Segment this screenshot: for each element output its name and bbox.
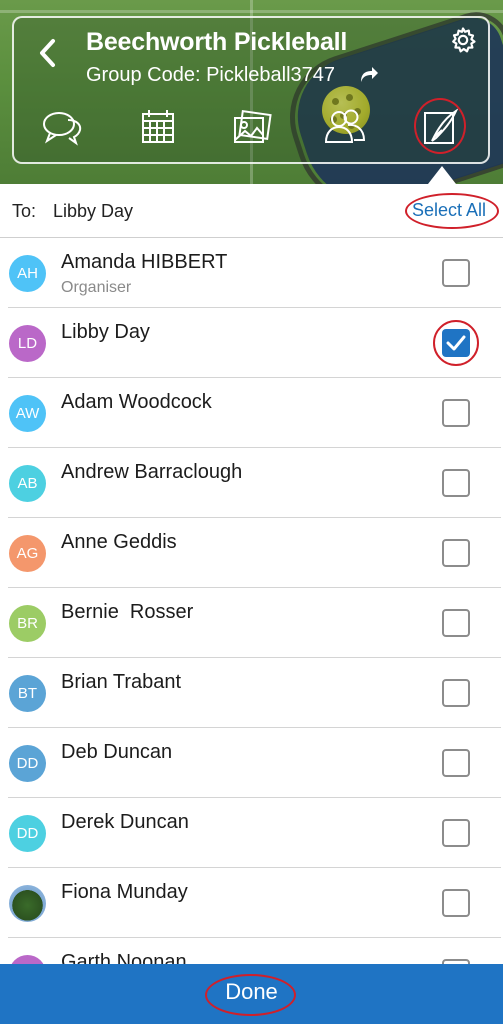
member-name: Adam Woodcock: [61, 391, 212, 413]
settings-button[interactable]: [449, 26, 477, 54]
tab-photos[interactable]: [231, 108, 273, 146]
member-row[interactable]: DD Derek Duncan: [0, 798, 503, 868]
member-row[interactable]: AG Anne Geddis: [0, 518, 503, 588]
member-row[interactable]: AH Amanda HIBBERT Organiser: [0, 238, 503, 308]
active-tab-pointer: [428, 166, 456, 184]
chevron-left-icon: [40, 39, 55, 67]
photos-icon: [234, 110, 272, 143]
member-name: Bernie Rosser: [61, 601, 194, 623]
tab-members[interactable]: [324, 108, 366, 146]
avatar: AB: [9, 465, 46, 502]
member-checkbox[interactable]: [442, 469, 470, 497]
member-checkbox[interactable]: [442, 819, 470, 847]
member-name: Libby Day: [61, 321, 150, 343]
app-screen: Beechworth Pickleball Group Code: Pickle…: [0, 0, 503, 1024]
share-arrow-icon: [361, 67, 378, 82]
select-all-link[interactable]: Select All: [412, 200, 486, 221]
member-row[interactable]: BT Brian Trabant: [0, 658, 503, 728]
checkmark-icon: [446, 335, 466, 351]
member-checkbox[interactable]: [442, 609, 470, 637]
member-role: Organiser: [61, 279, 132, 296]
group-header: Beechworth Pickleball Group Code: Pickle…: [0, 0, 503, 184]
avatar: [9, 885, 46, 922]
gear-icon: [452, 27, 476, 53]
group-title: Beechworth Pickleball: [86, 28, 348, 56]
tab-chat[interactable]: [41, 108, 83, 146]
avatar: BT: [9, 675, 46, 712]
member-checkbox[interactable]: [442, 679, 470, 707]
member-row[interactable]: LD Libby Day: [0, 308, 503, 378]
to-recipients: Libby Day: [53, 201, 134, 221]
tab-calendar[interactable]: [137, 108, 179, 146]
chat-icon: [43, 112, 82, 146]
member-row[interactable]: AB Andrew Barraclough: [0, 448, 503, 518]
to-label: To:: [12, 201, 37, 221]
avatar: BR: [9, 605, 46, 642]
member-name: Amanda HIBBERT: [61, 251, 228, 273]
group-code: Group Code: Pickleball3747: [86, 64, 336, 86]
avatar: DD: [9, 745, 46, 782]
avatar: DD: [9, 815, 46, 852]
member-row[interactable]: DD Deb Duncan: [0, 728, 503, 798]
member-name: Deb Duncan: [61, 741, 173, 763]
done-button[interactable]: Done: [0, 979, 503, 1005]
tab-compose[interactable]: [420, 108, 462, 146]
avatar: AG: [9, 535, 46, 572]
recipients-bar: To: Libby Day Select All: [0, 184, 503, 238]
compose-icon: [424, 108, 459, 144]
calendar-icon: [142, 110, 174, 143]
member-name: Anne Geddis: [61, 531, 177, 553]
avatar: LD: [9, 325, 46, 362]
member-checkbox[interactable]: [442, 259, 470, 287]
share-button[interactable]: [358, 64, 380, 84]
member-name: Brian Trabant: [61, 671, 182, 693]
member-name: Fiona Munday: [61, 881, 188, 903]
member-checkbox[interactable]: [442, 399, 470, 427]
member-checkbox[interactable]: [442, 889, 470, 917]
footer-bar: Done: [0, 964, 503, 1024]
avatar: AH: [9, 255, 46, 292]
member-checkbox[interactable]: [442, 539, 470, 567]
member-row[interactable]: AW Adam Woodcock: [0, 378, 503, 448]
member-name: Derek Duncan: [61, 811, 189, 833]
member-row[interactable]: Fiona Munday: [0, 868, 503, 938]
avatar: AW: [9, 395, 46, 432]
member-checkbox[interactable]: [442, 749, 470, 777]
member-name: Andrew Barraclough: [61, 461, 243, 483]
back-button[interactable]: [37, 38, 59, 68]
member-row[interactable]: BR Bernie Rosser: [0, 588, 503, 658]
member-checkbox[interactable]: [442, 329, 470, 357]
members-icon: [324, 109, 366, 143]
